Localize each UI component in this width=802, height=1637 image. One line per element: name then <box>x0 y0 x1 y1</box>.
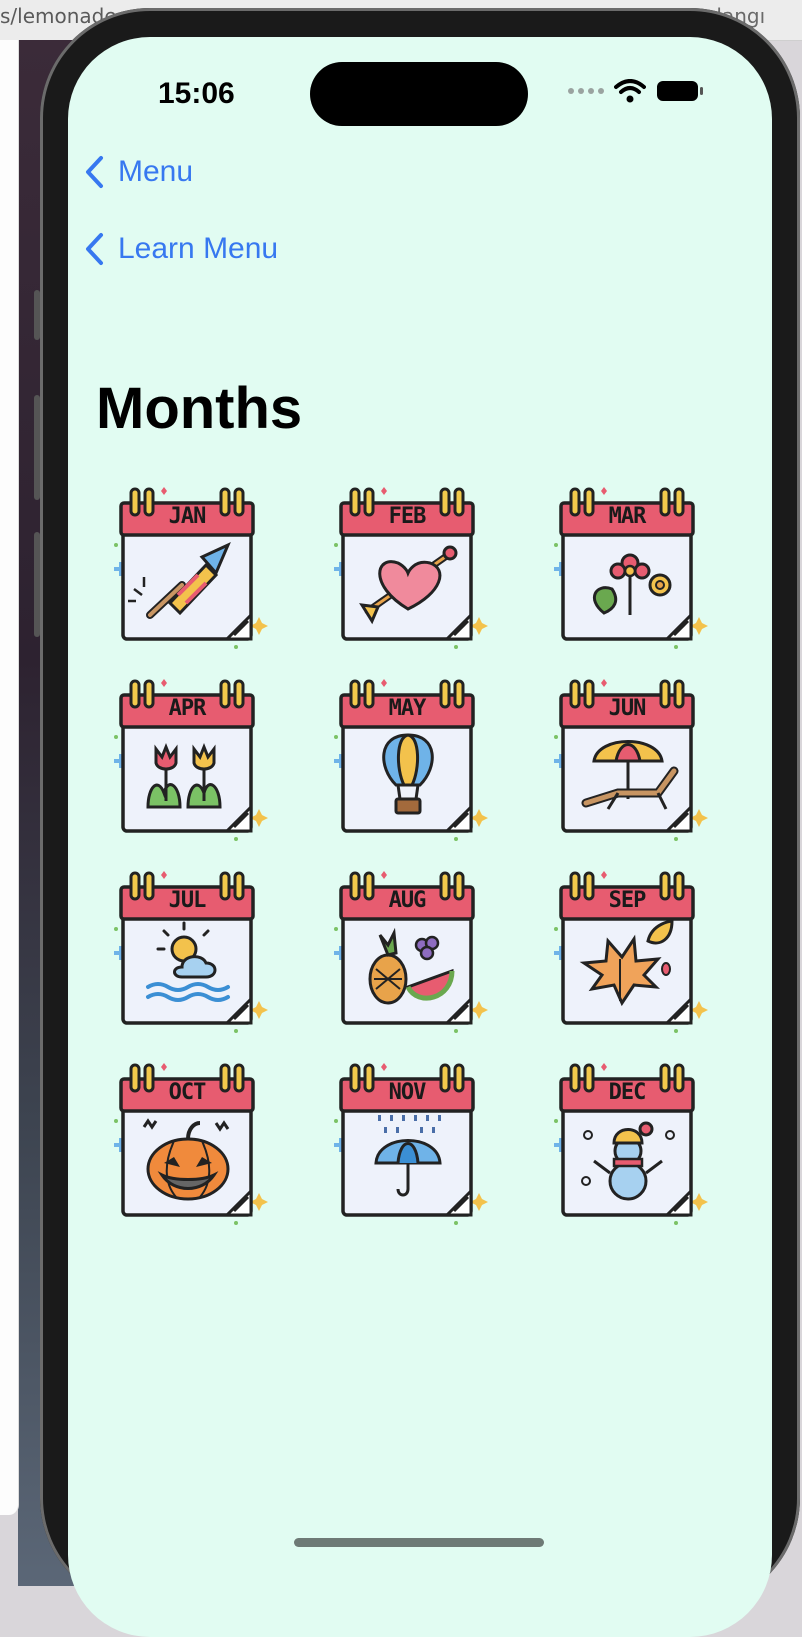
month-card-apr[interactable]: APR <box>108 679 268 847</box>
month-card-mar[interactable]: MAR <box>548 487 708 655</box>
month-label: NOV <box>388 1080 427 1105</box>
month-card-jun[interactable]: JUN <box>548 679 708 847</box>
month-label: JAN <box>168 504 207 529</box>
month-card-dec[interactable]: DEC <box>548 1063 708 1231</box>
dynamic-island <box>310 62 528 126</box>
month-label: APR <box>168 696 207 721</box>
volume-down-button <box>34 532 40 637</box>
back-button-learn-menu[interactable]: Learn Menu <box>84 232 278 266</box>
month-card-jan[interactable]: JAN <box>108 487 268 655</box>
month-label: JUL <box>168 888 207 913</box>
month-card-oct[interactable]: OCT <box>108 1063 268 1231</box>
phone-screen: 15:06 Menu Learn Menu Months JAN FEB MAR… <box>68 37 772 1637</box>
month-label: MAR <box>608 504 647 529</box>
back-button-menu[interactable]: Menu <box>84 155 193 189</box>
chevron-left-icon <box>86 233 103 265</box>
month-card-may[interactable]: MAY <box>328 679 488 847</box>
month-card-aug[interactable]: AUG <box>328 871 488 1039</box>
mute-switch <box>34 290 40 340</box>
back-button-label: Menu <box>118 155 194 188</box>
background-window <box>0 40 19 1515</box>
home-indicator[interactable] <box>294 1538 544 1547</box>
battery-icon <box>657 81 703 101</box>
chevron-left-icon <box>86 156 103 188</box>
month-label: MAY <box>388 696 427 721</box>
month-label: JUN <box>608 696 647 721</box>
page-title: Months <box>96 376 303 441</box>
month-label: AUG <box>388 888 427 913</box>
month-label: SEP <box>608 888 647 913</box>
month-card-sep[interactable]: SEP <box>548 871 708 1039</box>
month-label: OCT <box>168 1080 207 1105</box>
month-card-nov[interactable]: NOV <box>328 1063 488 1231</box>
month-label: FEB <box>388 504 427 529</box>
month-card-feb[interactable]: FEB <box>328 487 488 655</box>
wifi-icon <box>614 79 646 103</box>
back-button-label: Learn Menu <box>118 232 279 265</box>
status-time: 15:06 <box>158 77 235 110</box>
volume-up-button <box>34 395 40 500</box>
status-icons <box>568 79 704 103</box>
month-label: DEC <box>608 1080 647 1105</box>
cellular-signal-icon <box>568 88 604 94</box>
month-card-jul[interactable]: JUL <box>108 871 268 1039</box>
